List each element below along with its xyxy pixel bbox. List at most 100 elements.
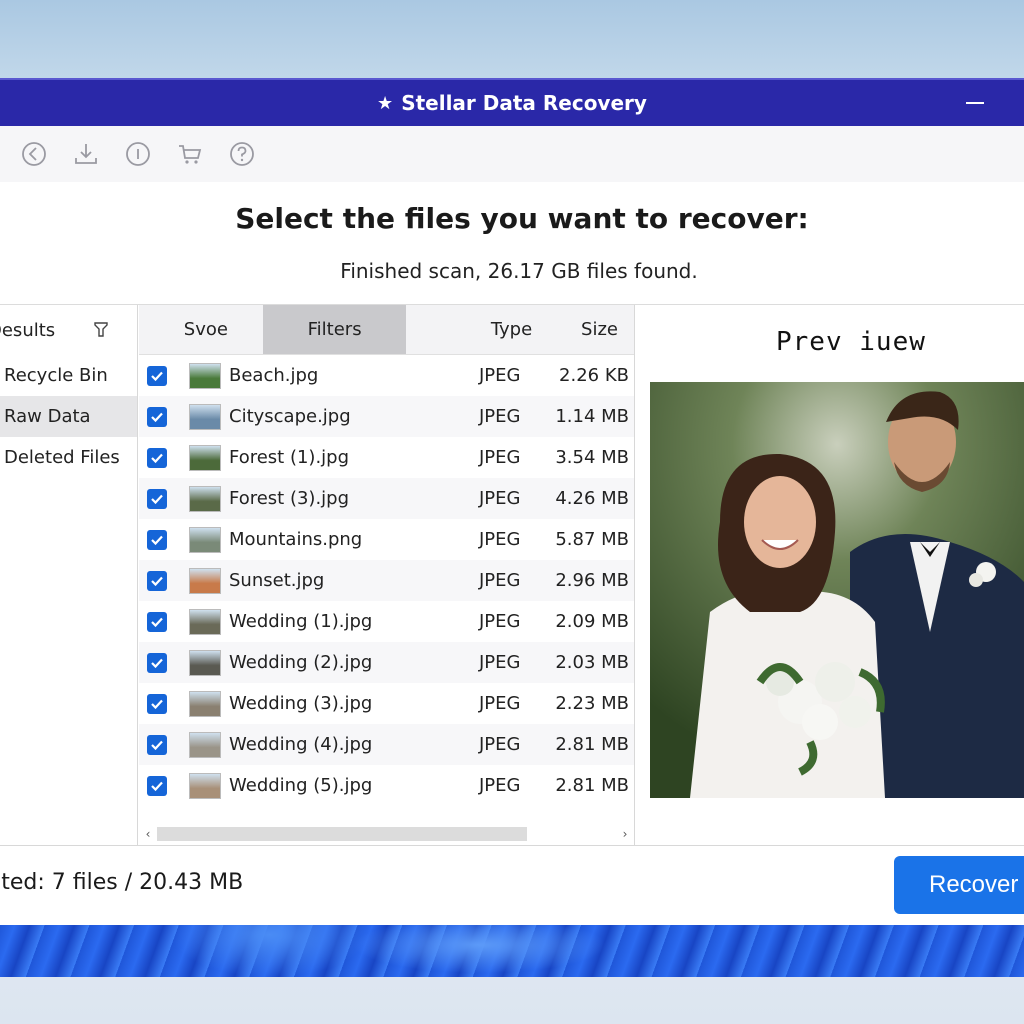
back-icon[interactable] <box>20 140 48 168</box>
scroll-thumb[interactable] <box>157 827 527 841</box>
file-name: Cityscape.jpg <box>229 406 351 427</box>
scan-status: Finished scan, 26.17 GB files found. <box>340 259 698 283</box>
filters-tab[interactable]: Filters <box>262 305 407 354</box>
info-icon[interactable] <box>124 140 152 168</box>
file-thumbnail <box>189 485 221 512</box>
table-row[interactable]: Forest (3).jpg JPEG 4.26 MB <box>139 478 634 519</box>
file-size: 2.26 KB <box>559 365 629 386</box>
checkmark-icon <box>151 535 163 545</box>
row-checkbox[interactable] <box>147 734 167 755</box>
file-list: Svoe Filters Type Size Beach.jpg JPEG 2.26… <box>139 305 635 845</box>
title-bar[interactable]: ★ Stellar Data Recovery <box>0 78 1024 126</box>
file-name: Forest (1).jpg <box>229 447 350 468</box>
help-icon[interactable] <box>228 140 256 168</box>
file-size: 2.03 MB <box>555 652 629 673</box>
table-row[interactable]: Cityscape.jpg JPEG 1.14 MB <box>139 396 634 437</box>
table-row[interactable]: Wedding (3).jpg JPEG 2.23 MB <box>139 683 634 724</box>
file-size: 4.26 MB <box>555 488 629 509</box>
column-type[interactable]: Type <box>406 305 542 354</box>
preview-image <box>650 382 1024 798</box>
sidebar-header: Desults <box>0 305 137 355</box>
scroll-right-icon[interactable]: › <box>616 827 634 841</box>
row-checkbox[interactable] <box>147 447 167 468</box>
file-size: 2.96 MB <box>555 570 629 591</box>
checkmark-icon <box>151 412 163 422</box>
checkmark-icon <box>151 371 163 381</box>
file-size: 2.81 MB <box>555 775 629 796</box>
file-thumbnail <box>189 731 221 758</box>
file-thumbnail <box>189 567 221 594</box>
sidebar-item-label: Deleted Files <box>4 447 120 468</box>
file-type: JPEG <box>479 488 521 509</box>
file-type: JPEG <box>479 406 521 427</box>
row-checkbox[interactable] <box>147 406 167 427</box>
footer-bar: Selected: 7 files / 20.43 MB Recover <box>0 846 1024 925</box>
table-row[interactable]: Mountains.png JPEG 5.87 MB <box>139 519 634 560</box>
table-row[interactable]: Wedding (1).jpg JPEG 2.09 MB <box>139 601 634 642</box>
row-checkbox[interactable] <box>147 693 167 714</box>
checkmark-icon <box>151 617 163 627</box>
file-size: 2.81 MB <box>555 734 629 755</box>
sidebar-title: Desults <box>0 319 56 341</box>
checkmark-icon <box>151 576 163 586</box>
file-size: 1.14 MB <box>555 406 629 427</box>
table-row[interactable]: Wedding (5).jpg JPEG 2.81 MB <box>139 765 634 806</box>
scroll-track[interactable] <box>157 827 616 841</box>
file-type: JPEG <box>479 365 521 386</box>
file-type: JPEG <box>479 693 521 714</box>
file-thumbnail <box>189 690 221 717</box>
file-thumbnail <box>189 362 221 389</box>
file-name: Wedding (3).jpg <box>229 693 373 714</box>
table-row[interactable]: Wedding (2).jpg JPEG 2.03 MB <box>139 642 634 683</box>
scroll-left-icon[interactable]: ‹ <box>139 827 157 841</box>
sidebar-item-label: Recycle Bin <box>4 365 108 386</box>
file-type: JPEG <box>479 652 521 673</box>
window-title: Stellar Data Recovery <box>401 91 647 115</box>
table-row[interactable]: Forest (1).jpg JPEG 3.54 MB <box>139 437 634 478</box>
file-name: Beach.jpg <box>229 365 319 386</box>
sidebar-item-label: Raw Data <box>4 406 91 427</box>
table-row[interactable]: Beach.jpg JPEG 2.26 KB <box>139 355 634 396</box>
cart-icon[interactable] <box>176 140 204 168</box>
app-logo-icon: ★ <box>377 92 394 114</box>
row-checkbox[interactable] <box>147 775 167 796</box>
column-name[interactable]: Svoe <box>139 305 263 354</box>
checkmark-icon <box>151 781 163 791</box>
filter-icon[interactable] <box>93 321 109 339</box>
file-name: Forest (3).jpg <box>229 488 350 509</box>
row-checkbox[interactable] <box>147 570 167 591</box>
row-checkbox[interactable] <box>147 529 167 550</box>
file-size: 2.23 MB <box>555 693 629 714</box>
file-type: JPEG <box>479 447 521 468</box>
row-checkbox[interactable] <box>147 488 167 509</box>
row-checkbox[interactable] <box>147 365 167 386</box>
sidebar-item-raw-data[interactable]: Raw Data <box>0 396 137 437</box>
file-name: Wedding (4).jpg <box>229 734 373 755</box>
sidebar-item-deleted-files[interactable]: Deleted Files <box>0 437 137 478</box>
row-checkbox[interactable] <box>147 611 167 632</box>
file-name: Mountains.png <box>229 529 363 550</box>
file-rows: Beach.jpg JPEG 2.26 KB Cityscape.jpg JPEG 1.1… <box>139 355 634 806</box>
file-list-header: Svoe Filters Type Size <box>139 305 634 355</box>
preview-title: Prev iuew <box>776 327 926 357</box>
file-thumbnail <box>189 608 221 635</box>
file-type: JPEG <box>479 529 521 550</box>
column-size[interactable]: Size <box>542 305 634 354</box>
horizontal-scrollbar[interactable]: ‹ › <box>139 823 634 845</box>
page-title: Select the files you want to recover: <box>235 202 809 235</box>
file-thumbnail <box>189 526 221 553</box>
file-name: Wedding (5).jpg <box>229 775 373 796</box>
minimize-button[interactable] <box>966 102 984 104</box>
file-size: 5.87 MB <box>555 529 629 550</box>
table-row[interactable]: Wedding (4).jpg JPEG 2.81 MB <box>139 724 634 765</box>
sidebar: Desults Recycle Bin Raw Data Deleted Fil… <box>0 305 138 845</box>
table-row[interactable]: Sunset.jpg JPEG 2.96 MB <box>139 560 634 601</box>
file-name: Wedding (2).jpg <box>229 652 373 673</box>
file-type: JPEG <box>479 570 521 591</box>
recover-button[interactable]: Recover <box>894 856 1024 914</box>
sidebar-item-recycle-bin[interactable]: Recycle Bin <box>0 355 137 396</box>
row-checkbox[interactable] <box>147 652 167 673</box>
download-icon[interactable] <box>72 140 100 168</box>
file-thumbnail <box>189 649 221 676</box>
file-size: 2.09 MB <box>555 611 629 632</box>
